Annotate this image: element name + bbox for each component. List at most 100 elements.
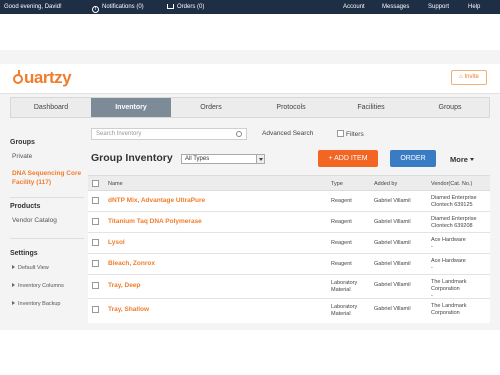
row-checkbox[interactable]	[92, 306, 99, 313]
row-checkbox[interactable]	[92, 239, 99, 246]
sidebar-item-dna-facility[interactable]: DNA Sequencing Core Facility (117)	[12, 169, 86, 187]
item-vendor: The Landmark Corporation	[431, 303, 467, 316]
logo-text: uartzy	[24, 68, 72, 87]
products-heading: Products	[10, 203, 41, 210]
item-type: Laboratory Material	[331, 280, 358, 293]
help-link[interactable]: Help	[468, 0, 480, 14]
search-input[interactable]: Search Inventory	[91, 128, 247, 140]
table-row[interactable]: Tray, Deep Laboratory Material Gabriel V…	[88, 275, 490, 299]
tab-inventory[interactable]: Inventory	[91, 98, 171, 117]
item-added-by: Gabriel Villamil	[374, 240, 411, 246]
messages-link[interactable]: Messages	[382, 0, 409, 14]
order-button[interactable]: ORDER	[390, 150, 436, 167]
item-name-link[interactable]: dNTP Mix, Advantage UltraPure	[108, 197, 205, 204]
column-added-by[interactable]: Added by	[374, 181, 397, 187]
advanced-search-link[interactable]: Advanced Search	[262, 130, 313, 137]
item-cat-no: -	[431, 265, 433, 271]
item-name-link[interactable]: Titanium Taq DNA Polymerase	[108, 218, 202, 225]
item-vendor: Ace Hardware	[431, 237, 466, 243]
invite-button[interactable]: ⌂ Invite	[451, 70, 487, 85]
filters-toggle[interactable]: Filters	[337, 130, 364, 138]
orders-link[interactable]: Orders (0)	[167, 0, 204, 14]
tab-orders[interactable]: Orders	[171, 98, 251, 117]
item-name-link[interactable]: Lysol	[108, 239, 125, 246]
cart-icon	[167, 4, 174, 9]
greeting-text: Good evening, David!	[4, 4, 62, 10]
item-type: Reagent	[331, 240, 352, 246]
row-checkbox[interactable]	[92, 260, 99, 267]
search-placeholder: Search Inventory	[96, 131, 142, 137]
row-checkbox[interactable]	[92, 282, 99, 289]
item-vendor: The Landmark Corporation	[431, 279, 467, 292]
type-filter-select[interactable]: All Types	[181, 154, 265, 164]
item-type: Reagent	[331, 261, 352, 267]
tab-dashboard[interactable]: Dashboard	[11, 98, 91, 117]
sidebar-item-inventory-columns[interactable]: Inventory Columns	[12, 283, 64, 289]
item-type: Reagent	[331, 219, 352, 225]
item-type: Reagent	[331, 198, 352, 204]
filters-label: Filters	[346, 131, 364, 138]
orders-label: Orders (0)	[177, 4, 205, 10]
settings-heading: Settings	[10, 250, 38, 257]
more-label: More	[450, 155, 468, 164]
app-header: uartzy ⌂ Invite	[0, 64, 500, 94]
item-added-by: Gabriel Villamil	[374, 261, 411, 267]
table-row[interactable]: Bleach, Zonrox Reagent Gabriel Villamil …	[88, 254, 490, 275]
sidebar-divider	[10, 197, 84, 198]
item-vendor: Diamed Enterprise	[431, 216, 477, 222]
add-item-button[interactable]: + ADD ITEM	[318, 150, 378, 167]
sidebar-item-inventory-backup[interactable]: Inventory Backup	[12, 301, 61, 307]
filters-checkbox[interactable]	[337, 130, 344, 137]
table-row[interactable]: dNTP Mix, Advantage UltraPure Reagent Ga…	[88, 191, 490, 212]
sidebar-item-label: Default View	[18, 265, 49, 271]
tab-protocols[interactable]: Protocols	[251, 98, 331, 117]
item-name-link[interactable]: Tray, Deep	[108, 282, 140, 289]
item-cat-no: Clontech 639208	[431, 223, 473, 229]
sidebar-item-vendor-catalog[interactable]: Vendor Catalog	[12, 217, 57, 224]
notifications-label: Notifications (0)	[102, 4, 144, 10]
sidebar-item-private[interactable]: Private	[12, 153, 32, 160]
table-row[interactable]: Lysol Reagent Gabriel Villamil Ace Hardw…	[88, 233, 490, 254]
caret-down-icon	[469, 158, 474, 161]
column-name[interactable]: Name	[108, 181, 123, 187]
account-link[interactable]: Account	[343, 0, 365, 14]
item-vendor: Ace Hardware	[431, 258, 466, 264]
table-header: Name Type Added by Vendor(Cat. No.)	[88, 175, 490, 191]
sidebar-item-label: Inventory Columns	[18, 283, 64, 289]
support-link[interactable]: Support	[428, 0, 449, 14]
notifications-link[interactable]: ! Notifications (0)	[92, 0, 144, 14]
row-checkbox[interactable]	[92, 218, 99, 225]
item-added-by: Gabriel Villamil	[374, 198, 411, 204]
item-cat-no: -	[431, 244, 433, 250]
type-filter-value: All Types	[185, 156, 210, 162]
sidebar-item-default-view[interactable]: Default View	[12, 265, 49, 271]
tab-groups[interactable]: Groups	[411, 98, 489, 117]
item-name-link[interactable]: Bleach, Zonrox	[108, 260, 155, 267]
select-all-checkbox[interactable]	[92, 180, 99, 187]
alert-icon: !	[92, 6, 99, 13]
tab-facilities[interactable]: Facilities	[331, 98, 411, 117]
row-checkbox[interactable]	[92, 197, 99, 204]
table-row[interactable]: Titanium Taq DNA Polymerase Reagent Gabr…	[88, 212, 490, 233]
search-icon[interactable]	[236, 131, 242, 137]
more-menu[interactable]: More	[450, 155, 474, 164]
sidebar-item-label: Inventory Backup	[18, 301, 61, 307]
item-added-by: Gabriel Villamil	[374, 306, 411, 312]
item-name-link[interactable]: Tray, Shallow	[108, 306, 149, 313]
item-vendor: Diamed Enterprise	[431, 195, 477, 201]
item-added-by: Gabriel Villamil	[374, 282, 411, 288]
table-row[interactable]: Tray, Shallow Laboratory Material Gabrie…	[88, 299, 490, 323]
page-title: Group Inventory	[91, 152, 173, 164]
item-type: Laboratory Material	[331, 304, 358, 317]
groups-heading: Groups	[10, 139, 35, 146]
main-nav: Dashboard Inventory Orders Protocols Fac…	[10, 97, 490, 118]
column-type[interactable]: Type	[331, 181, 343, 187]
expand-icon	[12, 301, 15, 305]
item-added-by: Gabriel Villamil	[374, 219, 411, 225]
chevron-down-icon	[256, 155, 264, 163]
expand-icon	[12, 265, 15, 269]
logo-q-icon	[13, 70, 23, 84]
sidebar-divider	[10, 238, 84, 239]
column-vendor[interactable]: Vendor(Cat. No.)	[431, 181, 472, 187]
quartzy-logo[interactable]: uartzy	[13, 68, 72, 88]
